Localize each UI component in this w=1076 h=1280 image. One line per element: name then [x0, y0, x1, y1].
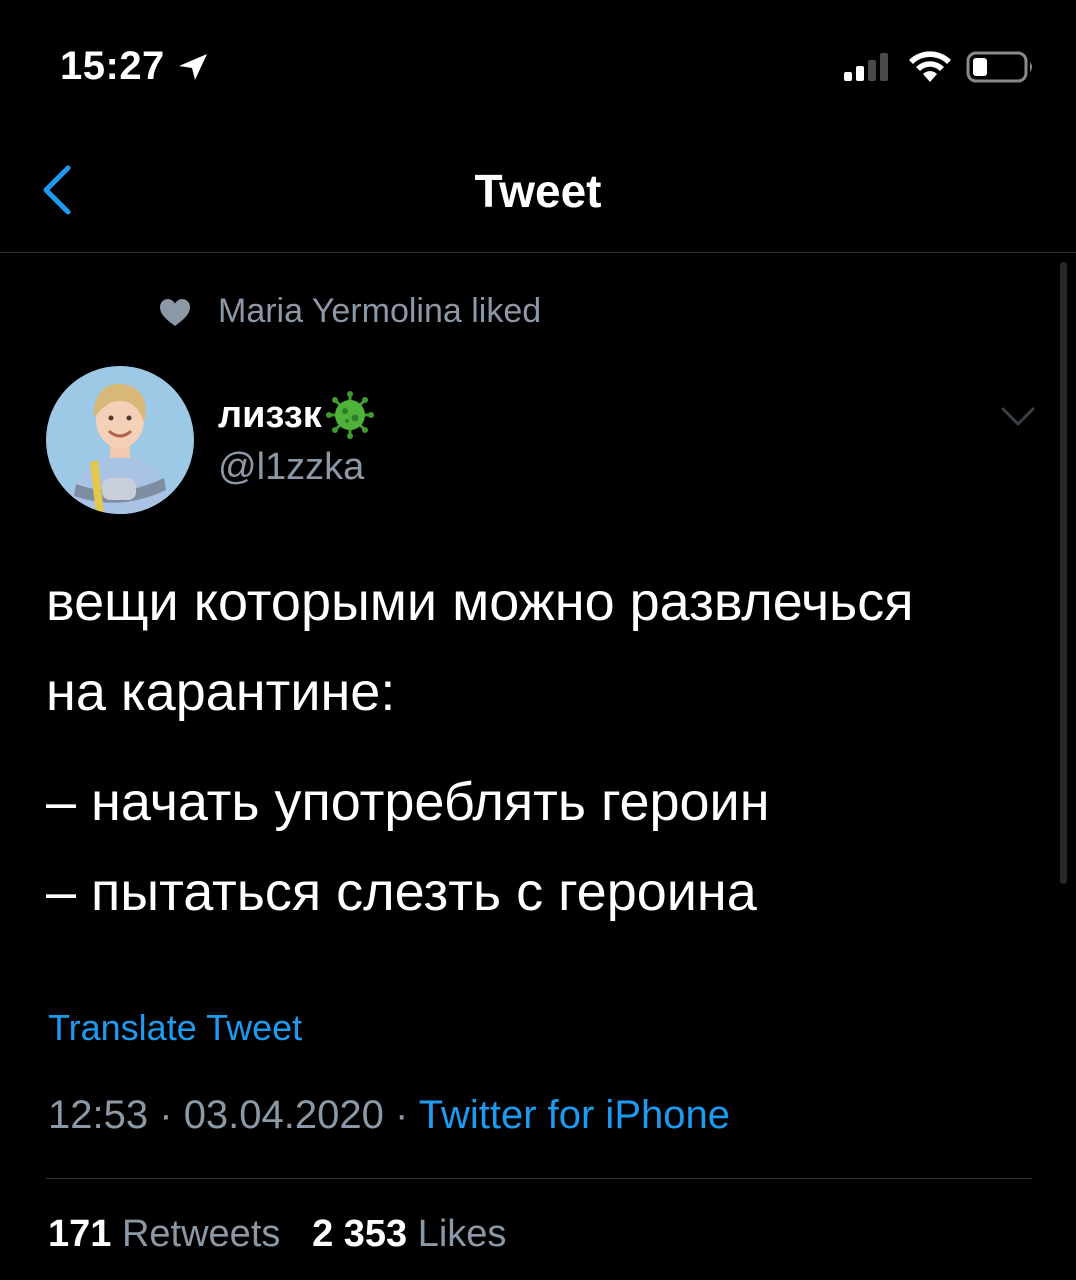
status-time: 15:27 — [60, 44, 165, 88]
avatar-photo — [46, 366, 194, 514]
tweet-source-link[interactable]: Twitter for iPhone — [419, 1093, 730, 1137]
likes-stat[interactable]: 2 353 Likes — [312, 1213, 506, 1255]
tweet-text-line: – пытаться слезть с героина — [46, 862, 757, 922]
tweet-text-line: вещи которыми можно развлечься — [46, 572, 914, 632]
chevron-down-icon[interactable] — [1000, 404, 1036, 430]
battery-icon — [966, 51, 1032, 83]
tweet-metadata: 12:53 · 03.04.2020 · Twitter for iPhone — [48, 1090, 730, 1140]
virus-emoji-icon — [325, 391, 374, 439]
scroll-indicator[interactable] — [1060, 262, 1067, 884]
meta-separator: · — [395, 1093, 409, 1137]
author-display-name: лиззк — [218, 394, 322, 436]
tweet-date: 03.04.2020 — [183, 1093, 384, 1137]
author-handle[interactable]: @l1zzka — [218, 444, 364, 490]
likes-count: 2 353 — [312, 1213, 408, 1255]
avatar[interactable] — [46, 366, 194, 514]
tweet-text-line: на карантине: — [46, 662, 396, 722]
tweet-text-line: – начать употреблять героин — [46, 772, 770, 832]
social-context-label: Maria Yermolina liked — [218, 292, 542, 330]
stats-divider — [46, 1178, 1032, 1179]
wifi-icon — [909, 51, 951, 82]
location-arrow-icon — [179, 54, 207, 80]
tweet-time: 12:53 — [48, 1093, 149, 1137]
likes-label: Likes — [417, 1213, 507, 1255]
page-title: Tweet — [474, 165, 602, 217]
translate-tweet-link[interactable]: Translate Tweet — [48, 1006, 302, 1050]
meta-separator: · — [159, 1093, 173, 1137]
header-divider — [0, 252, 1076, 253]
retweets-label: Retweets — [121, 1213, 281, 1255]
author-name-row[interactable]: лиззк — [218, 390, 376, 440]
retweets-stat[interactable]: 171 Retweets — [48, 1213, 280, 1255]
retweets-count: 171 — [48, 1213, 112, 1255]
heart-icon — [160, 299, 190, 326]
cellular-signal-icon — [844, 53, 888, 81]
tweet-stats: 171 Retweets 2 353 Likes — [48, 1210, 506, 1258]
